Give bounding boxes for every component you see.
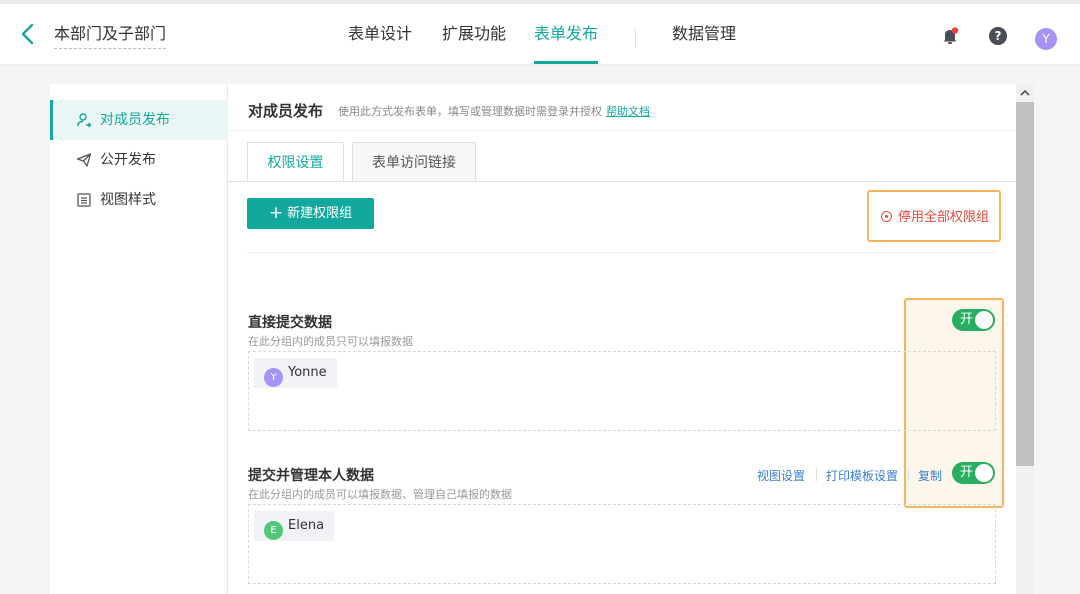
group-toggle-switch[interactable]: 开 — [952, 462, 995, 484]
nav-data-management[interactable]: 数据管理 — [672, 4, 736, 64]
new-permission-group-button[interactable]: + 新建权限组 — [247, 198, 374, 229]
plus-icon: + — [268, 203, 284, 223]
member-list-area[interactable]: Y Yonne — [248, 351, 996, 431]
tab-divider — [228, 181, 1018, 182]
member-chip[interactable]: Y Yonne — [254, 358, 337, 388]
toggle-label: 开 — [960, 312, 974, 327]
member-name: Yonne — [288, 365, 327, 380]
member-chip[interactable]: E Elena — [254, 511, 335, 541]
group-title: 提交并管理本人数据 — [248, 468, 374, 484]
page-title: 对成员发布 — [248, 102, 324, 120]
list-icon — [77, 193, 91, 207]
group-title: 直接提交数据 — [248, 315, 332, 331]
sidebar-item-label: 视图样式 — [100, 192, 156, 208]
help-doc-link[interactable]: 帮助文档 — [606, 105, 650, 118]
user-share-icon — [76, 113, 92, 128]
group-description: 在此分组内的成员只可以填报数据 — [248, 335, 413, 348]
send-icon — [76, 153, 92, 167]
tab-permission-settings[interactable]: 权限设置 — [247, 142, 344, 182]
nav-extensions[interactable]: 扩展功能 — [442, 4, 506, 64]
section-divider — [247, 252, 995, 253]
toggle-knob — [975, 311, 993, 329]
toggle-knob — [975, 464, 993, 482]
help-icon[interactable]: ? — [989, 27, 1007, 45]
group-toggle-switch[interactable]: 开 — [952, 309, 995, 331]
stop-all-highlight: 停用全部权限组 — [867, 190, 1001, 242]
form-title[interactable]: 本部门及子部门 — [54, 24, 167, 49]
nav-form-design[interactable]: 表单设计 — [348, 4, 412, 64]
header-divider — [228, 130, 1018, 131]
sidebar: 对成员发布 公开发布 视图样式 — [50, 84, 228, 594]
sidebar-item-member-publish[interactable]: 对成员发布 — [50, 100, 228, 140]
stop-all-label: 停用全部权限组 — [898, 210, 990, 225]
stop-icon — [881, 211, 892, 222]
group-description: 在此分组内的成员可以填报数据、管理自己填报的数据 — [248, 488, 512, 501]
button-label: 新建权限组 — [287, 206, 353, 221]
sidebar-item-public-publish[interactable]: 公开发布 — [50, 140, 228, 180]
scrollbar[interactable] — [1016, 84, 1034, 594]
sidebar-item-label: 对成员发布 — [100, 112, 170, 128]
description-text: 使用此方式发布表单，填写或管理数据时需登录并授权 — [338, 105, 602, 118]
copy-group-link[interactable]: 复制 — [918, 467, 942, 484]
sidebar-item-view-style[interactable]: 视图样式 — [50, 180, 228, 220]
scrollbar-thumb[interactable] — [1016, 102, 1034, 466]
page-description: 使用此方式发布表单，填写或管理数据时需登录并授权 帮助文档 — [338, 103, 650, 119]
scroll-up-arrow-icon[interactable] — [1019, 87, 1031, 99]
toggle-label: 开 — [960, 465, 974, 480]
action-separator — [908, 468, 909, 481]
nav-form-publish[interactable]: 表单发布 — [534, 4, 599, 64]
main-panel: 对成员发布 使用此方式发布表单，填写或管理数据时需登录并授权 帮助文档 权限设置 … — [228, 84, 1034, 594]
member-list-area[interactable]: E Elena — [248, 504, 996, 584]
member-name: Elena — [288, 518, 325, 533]
member-avatar: Y — [264, 368, 283, 387]
user-avatar[interactable]: Y — [1035, 28, 1057, 50]
nav-separator — [635, 29, 636, 47]
back-arrow-icon[interactable] — [18, 22, 38, 46]
view-settings-link[interactable]: 视图设置 — [757, 467, 805, 484]
stop-all-groups-link[interactable]: 停用全部权限组 — [881, 206, 989, 225]
print-template-settings-link[interactable]: 打印模板设置 — [826, 467, 898, 484]
sidebar-item-label: 公开发布 — [100, 152, 156, 168]
action-separator — [816, 468, 817, 481]
notification-bell-icon[interactable] — [940, 26, 960, 46]
member-avatar: E — [264, 521, 283, 540]
tab-access-link[interactable]: 表单访问链接 — [352, 142, 476, 182]
top-bar: 本部门及子部门 表单设计 扩展功能 表单发布 数据管理 ? Y — [0, 0, 1080, 64]
